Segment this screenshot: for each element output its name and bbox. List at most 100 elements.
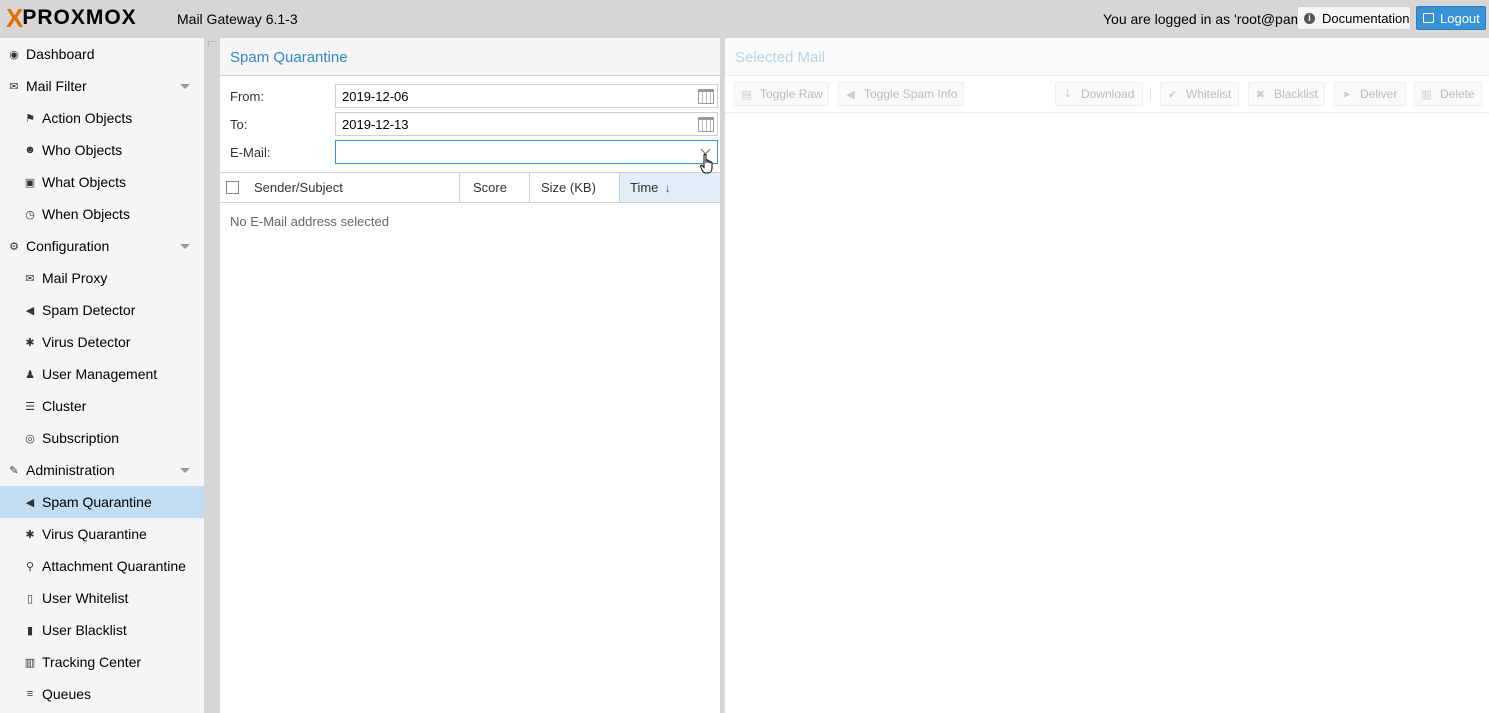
delete-button[interactable]: ▥ Delete [1414,82,1482,106]
toggle-raw-button[interactable]: ▤ Toggle Raw [734,82,829,106]
clock-icon: ◷ [25,208,35,221]
bullhorn-icon: ◀ [25,304,35,317]
wrench-icon: ✎ [9,464,19,477]
from-date-field[interactable]: 2019-12-06 [335,84,718,108]
sidebar-item-cluster[interactable]: ☰ Cluster [0,390,204,422]
column-label: Size (KB) [541,180,596,195]
server-icon: ☰ [25,400,35,413]
blacklist-button[interactable]: ✖ Blacklist [1248,82,1325,106]
logout-label: Logout [1440,10,1480,26]
sidebar-item-who-objects[interactable]: ☻ Who Objects [0,134,204,166]
selected-mail-panel: Selected Mail ▤ Toggle Raw ◀ Toggle Spam… [725,38,1489,713]
sidebar-item-label: Attachment Quarantine [42,558,186,574]
panel-title: Spam Quarantine [230,49,348,66]
sidebar-item-spam-quarantine[interactable]: ◀ Spam Quarantine [0,486,204,518]
from-label: From: [230,89,264,104]
sidebar-item-label: Tracking Center [42,654,142,670]
email-combobox[interactable] [335,140,718,164]
login-status: You are logged in as 'root@pam' [1103,11,1305,27]
download-button[interactable]: ⤓ Download [1055,82,1143,106]
documentation-button[interactable]: i Documentation [1297,6,1411,30]
logo-wordmark: PROXMOX [22,6,137,29]
sidebar-item-label: User Blacklist [42,622,127,638]
sidebar-item-virus-quarantine[interactable]: ✱ Virus Quarantine [0,518,204,550]
spam-quarantine-panel: Spam Quarantine From: 2019-12-06 To: 201… [220,38,720,713]
toggle-spam-info-button[interactable]: ◀ Toggle Spam Info [838,82,964,106]
bug-icon: ✱ [25,528,35,541]
calendar-icon[interactable] [698,89,714,104]
to-date-value: 2019-12-13 [342,116,409,132]
sidebar-item-when-objects[interactable]: ◷ When Objects [0,198,204,230]
sort-desc-icon: ↓ [664,180,671,195]
sidebar-item-dashboard[interactable]: ◉ Dashboard [0,38,204,70]
calendar-icon[interactable] [698,117,714,132]
documentation-label: Documentation [1322,10,1410,26]
top-header: X PROXMOX Mail Gateway 6.1-3 You are log… [0,0,1489,38]
sidebar-item-label: Mail Proxy [42,270,108,286]
column-score[interactable]: Score [460,173,530,202]
support-icon: ◎ [25,432,35,445]
sidebar-item-configuration[interactable]: ⚙ Configuration [0,230,204,262]
sidebar-item-action-objects[interactable]: ⚑ Action Objects [0,102,204,134]
sidebar-item-label: Spam Quarantine [42,494,152,510]
sidebar-item-subscription[interactable]: ◎ Subscription [0,422,204,454]
info-icon: i [1304,12,1315,24]
sidebar-item-tracking-center[interactable]: ▥ Tracking Center [0,646,204,678]
paper-plane-icon: ➤ [1341,88,1352,101]
envelope-icon: ✉ [9,80,19,93]
sidebar-item-spam-detector[interactable]: ◀ Spam Detector [0,294,204,326]
sidebar-item-what-objects[interactable]: ▣ What Objects [0,166,204,198]
times-icon: ✖ [1255,88,1266,101]
product-version: Mail Gateway 6.1-3 [177,11,298,27]
bullhorn-icon: ◀ [25,496,35,509]
mail-toolbar: ▤ Toggle Raw ◀ Toggle Spam Info ⤓ Downlo… [725,76,1489,113]
sidebar-item-label: Action Objects [42,110,133,126]
logout-button[interactable]: Logout [1416,6,1486,30]
column-sender-subject[interactable]: Sender/Subject [220,173,460,202]
sidebar-item-mail-filter[interactable]: ✉ Mail Filter [0,70,204,102]
sidebar-item-label: Cluster [42,398,87,414]
paperclip-icon: ⚲ [25,560,35,573]
sign-out-icon [1423,13,1434,23]
caret-down-icon[interactable] [180,468,190,473]
deliver-button[interactable]: ➤ Deliver [1334,82,1406,106]
sidebar-item-queues[interactable]: ≡ Queues [0,678,204,710]
sidebar-item-label: User Management [42,366,158,382]
sidebar-item-label: Administration [26,462,115,478]
sidebar-item-label: Subscription [42,430,120,446]
sidebar-item-label: Spam Detector [42,302,136,318]
sidebar-item-label: Mail Filter [26,78,87,94]
proxmox-logo: X PROXMOX [6,5,137,31]
sidebar-item-user-blacklist[interactable]: ▮ User Blacklist [0,614,204,646]
sidebar-splitter[interactable] [204,38,220,713]
column-label: Sender/Subject [254,180,343,195]
trash-icon: ▥ [1421,88,1432,101]
whitelist-button[interactable]: ✔ Whitelist [1160,82,1239,106]
collapse-knob[interactable] [208,41,216,47]
panel-header: Selected Mail [725,38,1489,76]
to-date-field[interactable]: 2019-12-13 [335,112,718,136]
button-label: Whitelist [1186,87,1232,101]
bug-icon: ✱ [25,336,35,349]
email-label: E-Mail: [230,145,271,160]
sidebar-item-administration[interactable]: ✎ Administration [0,454,204,486]
column-size[interactable]: Size (KB) [530,173,620,202]
sidebar-item-mail-proxy[interactable]: ✉ Mail Proxy [0,262,204,294]
sidebar-item-label: Who Objects [42,142,123,158]
column-time[interactable]: Time ↓ [620,173,720,202]
download-icon: ⤓ [1065,87,1070,100]
sidebar-item-label: User Whitelist [42,590,129,606]
flag-icon: ⚑ [25,112,35,125]
map-icon: ▥ [24,656,36,669]
select-all-checkbox[interactable] [226,181,239,194]
caret-down-icon[interactable] [180,244,190,249]
caret-down-icon[interactable] [180,84,190,89]
sidebar-item-attachment-quarantine[interactable]: ⚲ Attachment Quarantine [0,550,204,582]
envelope-outline-icon: ✉ [25,272,35,285]
sidebar-item-user-whitelist[interactable]: ▯ User Whitelist [0,582,204,614]
chevron-down-icon[interactable] [700,144,711,155]
sidebar-item-user-management[interactable]: ♟ User Management [0,358,204,390]
sidebar-item-label: Dashboard [26,46,95,62]
sidebar-item-virus-detector[interactable]: ✱ Virus Detector [0,326,204,358]
dashboard-icon: ◉ [9,48,19,61]
